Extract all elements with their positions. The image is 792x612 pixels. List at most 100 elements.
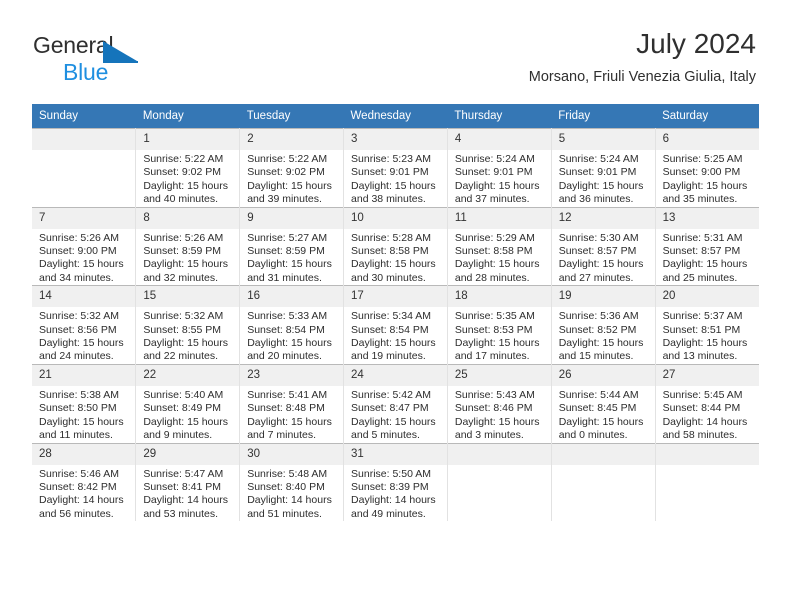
day-details: Sunrise: 5:40 AM Sunset: 8:49 PM Daylight:…: [136, 386, 239, 443]
weekday-header-monday: Monday: [135, 104, 240, 129]
calendar-day-cell[interactable]: 30 Sunrise: 5:48 AM Sunset: 8:40 PM Dayligh…: [239, 442, 345, 522]
daylight-text-line1: Daylight: 15 hours: [558, 179, 644, 192]
calendar-day-cell[interactable]: 27 Sunrise: 5:45 AM Sunset: 8:44 PM Dayligh…: [655, 363, 759, 443]
calendar-day-cell[interactable]: 4 Sunrise: 5:24 AM Sunset: 9:01 PM Daylight…: [447, 128, 552, 208]
weekday-header-friday: Friday: [551, 104, 656, 129]
calendar-day-cell[interactable]: 29 Sunrise: 5:47 AM Sunset: 8:41 PM Dayligh…: [135, 442, 241, 522]
calendar-day-cell[interactable]: 23 Sunrise: 5:41 AM Sunset: 8:48 PM Dayligh…: [239, 363, 345, 443]
day-details: Sunrise: 5:44 AM Sunset: 8:45 PM Daylight:…: [552, 386, 655, 443]
sunrise-text: Sunrise: 5:24 AM: [558, 153, 639, 165]
calendar-day-cell[interactable]: 14 Sunrise: 5:32 AM Sunset: 8:56 PM Dayligh…: [32, 285, 137, 365]
sunset-text: Sunset: 8:58 PM: [454, 245, 533, 258]
day-number: 30: [240, 443, 344, 465]
daylight-text-line1: Daylight: 15 hours: [558, 415, 644, 428]
brand-logo[interactable]: General Blue: [33, 32, 163, 85]
day-number: 9: [240, 207, 344, 229]
calendar-day-cell[interactable]: 10 Sunrise: 5:28 AM Sunset: 8:58 PM Dayligh…: [343, 206, 448, 286]
sunset-text: Sunset: 8:44 PM: [662, 402, 741, 415]
weekday-header-tuesday: Tuesday: [239, 104, 344, 129]
calendar-day-cell[interactable]: 9 Sunrise: 5:27 AM Sunset: 8:59 PM Daylight…: [239, 206, 345, 286]
sunrise-text: Sunrise: 5:37 AM: [662, 310, 743, 323]
daylight-text-line2: and 9 minutes.: [143, 429, 213, 442]
daylight-text-line1: Daylight: 15 hours: [143, 415, 228, 428]
day-details: Sunrise: 5:28 AM Sunset: 8:58 PM Daylight:…: [344, 229, 447, 286]
calendar-day-cell[interactable]: 19 Sunrise: 5:36 AM Sunset: 8:52 PM Dayligh…: [551, 285, 656, 365]
calendar-day-cell[interactable]: 25 Sunrise: 5:43 AM Sunset: 8:46 PM Dayligh…: [447, 363, 552, 443]
daylight-text-line2: and 49 minutes.: [351, 507, 426, 520]
page-subtitle: Morsano, Friuli Venezia Giulia, Italy: [528, 69, 756, 85]
sunrise-text: Sunrise: 5:31 AM: [662, 231, 743, 244]
daylight-text-line2: and 11 minutes.: [39, 429, 113, 442]
title-block: July 2024 Morsano, Friuli Venezia Giulia…: [529, 28, 756, 86]
calendar-day-cell[interactable]: 7 Sunrise: 5:26 AM Sunset: 9:00 PM Daylight…: [32, 206, 137, 286]
daylight-text-line1: Daylight: 15 hours: [247, 415, 332, 428]
calendar-day-cell[interactable]: 18 Sunrise: 5:35 AM Sunset: 8:53 PM Dayligh…: [447, 285, 552, 365]
daylight-text-line1: Daylight: 15 hours: [143, 337, 228, 350]
sunset-text: Sunset: 8:57 PM: [662, 245, 741, 258]
day-details: Sunrise: 5:24 AM Sunset: 9:01 PM Daylight:…: [552, 150, 655, 207]
daylight-text-line1: Daylight: 15 hours: [662, 179, 748, 192]
calendar-day-cell[interactable]: 20 Sunrise: 5:37 AM Sunset: 8:51 PM Dayligh…: [655, 285, 759, 365]
sunset-text: Sunset: 8:59 PM: [143, 245, 221, 258]
calendar-day-cell[interactable]: 3 Sunrise: 5:23 AM Sunset: 9:01 PM Daylight…: [343, 128, 448, 208]
calendar-table: Sunday Monday Tuesday Wednesday Thursday…: [32, 104, 759, 522]
daylight-text-line1: Daylight: 14 hours: [143, 494, 228, 507]
brand-name-blue: Blue: [63, 59, 109, 85]
calendar-day-cell[interactable]: 24 Sunrise: 5:42 AM Sunset: 8:47 PM Dayligh…: [343, 363, 448, 443]
day-details: Sunrise: 5:27 AM Sunset: 8:59 PM Daylight:…: [240, 229, 343, 286]
calendar-day-cell[interactable]: 13 Sunrise: 5:31 AM Sunset: 8:57 PM Dayligh…: [655, 206, 759, 286]
calendar-day-cell[interactable]: 15 Sunrise: 5:32 AM Sunset: 8:55 PM Dayligh…: [135, 285, 241, 365]
day-details: Sunrise: 5:26 AM Sunset: 9:00 PM Daylight:…: [32, 229, 135, 286]
sunset-text: Sunset: 8:47 PM: [351, 402, 429, 415]
sunrise-text: Sunrise: 5:22 AM: [143, 153, 224, 165]
calendar-week-row: 21 Sunrise: 5:38 AM Sunset: 8:50 PM Dayligh…: [32, 363, 759, 443]
calendar-day-cell[interactable]: 5 Sunrise: 5:24 AM Sunset: 9:01 PM Daylight…: [551, 128, 656, 208]
sunset-text: Sunset: 9:02 PM: [247, 166, 325, 179]
daylight-text-line2: and 30 minutes.: [351, 271, 426, 284]
day-number: 22: [136, 364, 240, 386]
calendar-day-cell[interactable]: 16 Sunrise: 5:33 AM Sunset: 8:54 PM Dayligh…: [239, 285, 345, 365]
daylight-text-line2: and 56 minutes.: [39, 507, 114, 520]
sunrise-text: Sunrise: 5:46 AM: [39, 467, 119, 480]
calendar-day-cell[interactable]: 1 Sunrise: 5:22 AM Sunset: 9:02 PM Daylight…: [135, 128, 241, 208]
weekday-header-wednesday: Wednesday: [343, 104, 448, 129]
triangle-icon: [103, 41, 137, 61]
daylight-text-line1: Daylight: 14 hours: [39, 494, 124, 507]
day-details: Sunrise: 5:45 AM Sunset: 8:44 PM Daylight:…: [656, 386, 759, 443]
weekday-header-thursday: Thursday: [447, 104, 552, 129]
day-details: Sunrise: 5:29 AM Sunset: 8:58 PM Daylight:…: [448, 229, 551, 286]
day-details: Sunrise: 5:42 AM Sunset: 8:47 PM Daylight:…: [344, 386, 447, 443]
calendar-day-cell[interactable]: 6 Sunrise: 5:25 AM Sunset: 9:00 PM Daylight…: [655, 128, 759, 208]
sunset-text: Sunset: 8:40 PM: [247, 480, 325, 493]
day-number: 13: [655, 207, 759, 229]
sunrise-text: Sunrise: 5:40 AM: [143, 388, 224, 401]
calendar-day-cell[interactable]: 21 Sunrise: 5:38 AM Sunset: 8:50 PM Dayligh…: [32, 363, 137, 443]
sunset-text: Sunset: 8:49 PM: [143, 402, 221, 415]
sunrise-text: Sunrise: 5:23 AM: [351, 153, 431, 165]
daylight-text-line1: Daylight: 14 hours: [351, 494, 436, 507]
calendar-day-cell[interactable]: 12 Sunrise: 5:30 AM Sunset: 8:57 PM Dayligh…: [551, 206, 656, 286]
sunrise-text: Sunrise: 5:32 AM: [39, 310, 119, 323]
daylight-text-line1: Daylight: 15 hours: [351, 415, 436, 428]
day-details: Sunrise: 5:33 AM Sunset: 8:54 PM Daylight:…: [240, 307, 343, 364]
daylight-text-line2: and 24 minutes.: [39, 350, 114, 363]
daylight-text-line2: and 58 minutes.: [662, 429, 738, 442]
daylight-text-line1: Daylight: 14 hours: [662, 415, 748, 428]
sunset-text: Sunset: 8:52 PM: [558, 323, 637, 336]
daylight-text-line2: and 39 minutes.: [247, 193, 322, 206]
day-number: [447, 443, 551, 465]
calendar-day-cell[interactable]: 11 Sunrise: 5:29 AM Sunset: 8:58 PM Dayligh…: [447, 206, 552, 286]
daylight-text-line1: Daylight: 15 hours: [247, 179, 332, 192]
calendar-header-row: Sunday Monday Tuesday Wednesday Thursday…: [32, 104, 759, 129]
sunset-text: Sunset: 8:48 PM: [247, 402, 325, 415]
calendar-day-cell[interactable]: 28 Sunrise: 5:46 AM Sunset: 8:42 PM Dayligh…: [32, 442, 137, 522]
day-number: 1: [136, 129, 240, 150]
daylight-text-line2: and 35 minutes.: [662, 193, 738, 206]
calendar-day-cell[interactable]: 26 Sunrise: 5:44 AM Sunset: 8:45 PM Dayligh…: [551, 363, 656, 443]
sunset-text: Sunset: 8:57 PM: [558, 245, 637, 258]
calendar-day-cell[interactable]: 8 Sunrise: 5:26 AM Sunset: 8:59 PM Daylight…: [135, 206, 241, 286]
calendar-day-cell[interactable]: 22 Sunrise: 5:40 AM Sunset: 8:49 PM Dayligh…: [135, 363, 241, 443]
calendar-day-cell[interactable]: 17 Sunrise: 5:34 AM Sunset: 8:54 PM Dayligh…: [343, 285, 448, 365]
calendar-day-cell[interactable]: 31 Sunrise: 5:50 AM Sunset: 8:39 PM Dayligh…: [343, 442, 448, 522]
calendar-day-cell[interactable]: 2 Sunrise: 5:22 AM Sunset: 9:02 PM Daylight…: [239, 128, 345, 208]
